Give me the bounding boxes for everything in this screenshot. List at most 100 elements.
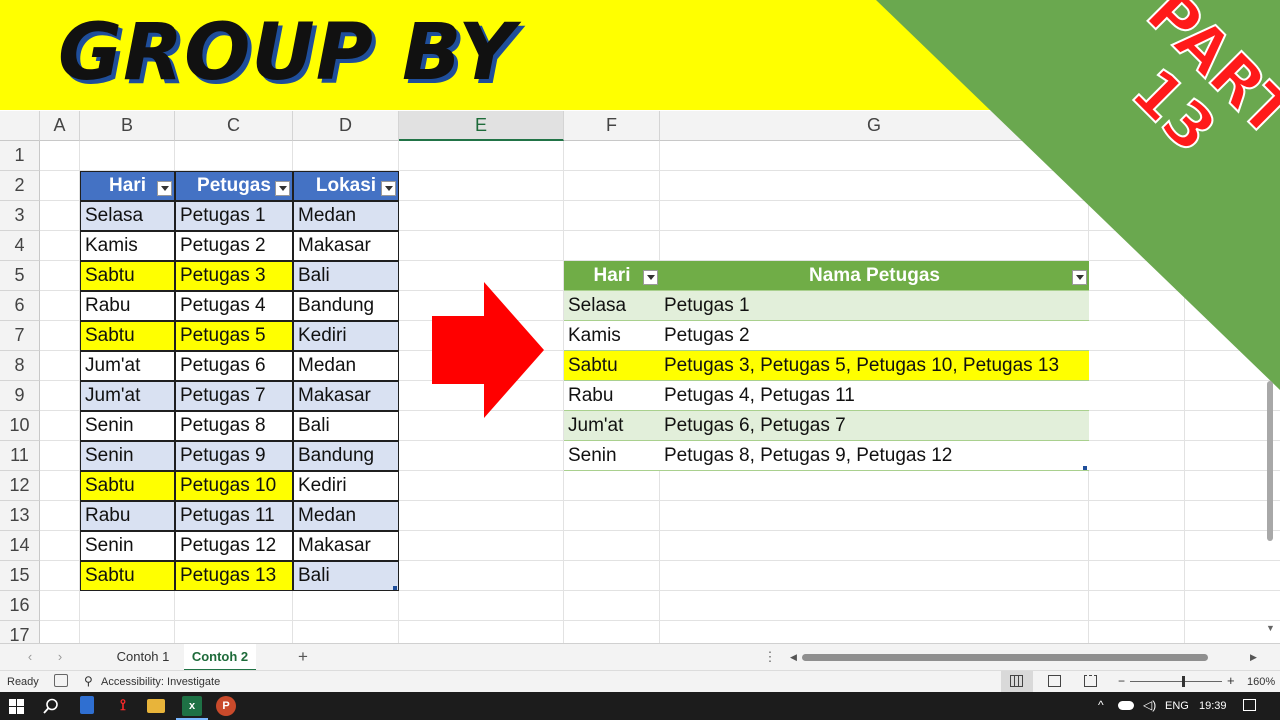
vertical-scroll-thumb[interactable] [1267,381,1273,541]
table2-resize-handle[interactable] [1083,466,1087,470]
table1-cell-petugas[interactable]: Petugas 7 [175,381,293,411]
table1-cell-petugas[interactable]: Petugas 11 [175,501,293,531]
row-header-14[interactable]: 14 [0,531,40,561]
filter-dropdown-icon[interactable] [381,181,396,196]
table1-cell-petugas[interactable]: Petugas 10 [175,471,293,501]
zoom-level[interactable]: 160% [1247,676,1275,688]
table1-cell-lokasi[interactable]: Kediri [293,321,399,351]
table2-header-hari[interactable]: Hari [564,261,660,291]
table1-resize-handle[interactable] [393,586,397,590]
table1-header-lokasi[interactable]: Lokasi [293,171,399,201]
tab-contoh-1[interactable]: Contoh 1 [104,644,182,669]
table1-cell-hari[interactable]: Kamis [80,231,175,261]
hscroll-left-icon[interactable]: ◀ [790,652,798,662]
row-header-4[interactable]: 4 [0,231,40,261]
table1-cell-lokasi[interactable]: Makasar [293,381,399,411]
table1-cell-lokasi[interactable]: Medan [293,351,399,381]
table1-cell-hari[interactable]: Sabtu [80,261,175,291]
row-header-3[interactable]: 3 [0,201,40,231]
tray-caret[interactable]: ^ [1098,698,1104,712]
table2-cell-hari[interactable]: Senin [564,441,660,471]
hscroll-right-icon[interactable]: ▶ [1250,652,1258,662]
table1-cell-hari[interactable]: Jum'at [80,351,175,381]
table1-cell-lokasi[interactable]: Bali [293,561,399,591]
column-header-d[interactable]: D [293,111,399,141]
row-header-8[interactable]: 8 [0,351,40,381]
column-header-b[interactable]: B [80,111,175,141]
column-header-c[interactable]: C [175,111,293,141]
volume-icon[interactable]: ◁) [1143,698,1156,712]
table1-cell-hari[interactable]: Sabtu [80,471,175,501]
table1-cell-petugas[interactable]: Petugas 8 [175,411,293,441]
table1-cell-lokasi[interactable]: Bali [293,261,399,291]
row-header-12[interactable]: 12 [0,471,40,501]
horizontal-scroll-thumb[interactable] [802,654,1208,661]
zoom-slider-handle[interactable] [1182,676,1185,687]
table1-cell-petugas[interactable]: Petugas 6 [175,351,293,381]
accessibility-status[interactable]: Accessibility: Investigate [101,676,220,688]
table2-header-nama-petugas[interactable]: Nama Petugas [660,261,1089,291]
excel-icon[interactable]: x [182,696,202,716]
search-icon[interactable] [43,698,59,714]
column-header-g[interactable]: G [660,111,1089,141]
table1-cell-lokasi[interactable]: Kediri [293,471,399,501]
column-header-f[interactable]: F [564,111,660,141]
select-all-corner[interactable] [0,111,40,141]
tab-scroll-right-icon[interactable]: › [52,644,68,669]
table2-cell-hari[interactable]: Selasa [564,291,660,321]
row-header-1[interactable]: 1 [0,141,40,171]
table1-cell-hari[interactable]: Sabtu [80,321,175,351]
table1-cell-lokasi[interactable]: Bali [293,411,399,441]
row-header-5[interactable]: 5 [0,261,40,291]
folder-icon[interactable] [147,699,165,713]
table1-cell-petugas[interactable]: Petugas 5 [175,321,293,351]
row-header-17[interactable]: 17 [0,621,40,644]
cloud-icon[interactable] [1118,701,1134,710]
table1-header-hari[interactable]: Hari [80,171,175,201]
table2-cell-hari[interactable]: Rabu [564,381,660,411]
table1-cell-lokasi[interactable]: Makasar [293,231,399,261]
table2-cell-hari[interactable]: Kamis [564,321,660,351]
table1-cell-petugas[interactable]: Petugas 2 [175,231,293,261]
zoom-in-button[interactable]: + [1227,673,1235,688]
zoom-out-button[interactable]: − [1118,674,1125,688]
row-header-9[interactable]: 9 [0,381,40,411]
table1-cell-lokasi[interactable]: Bandung [293,291,399,321]
zoom-slider[interactable] [1130,681,1222,682]
spreadsheet-grid[interactable]: A B C D E F G 1 2 3 4 5 6 7 8 9 10 11 12 13 14 15 16 17 Hari Petu… [0,111,1280,644]
filter-dropdown-icon[interactable] [157,181,172,196]
powerpoint-icon[interactable]: P [216,696,236,716]
table1-cell-lokasi[interactable]: Medan [293,201,399,231]
table1-cell-petugas[interactable]: Petugas 3 [175,261,293,291]
table2-cell-nama[interactable]: Petugas 6, Petugas 7 [660,411,1089,441]
table1-cell-hari[interactable]: Rabu [80,501,175,531]
table1-cell-petugas[interactable]: Petugas 4 [175,291,293,321]
table1-cell-hari[interactable]: Senin [80,531,175,561]
table1-cell-lokasi[interactable]: Bandung [293,441,399,471]
row-header-7[interactable]: 7 [0,321,40,351]
macro-record-icon[interactable] [54,674,68,687]
notification-icon[interactable] [1243,699,1256,711]
table1-cell-hari[interactable]: Rabu [80,291,175,321]
notes-app-icon[interactable] [80,696,94,714]
filter-dropdown-icon[interactable] [275,181,290,196]
filter-dropdown-icon[interactable] [1072,270,1087,285]
table2-cell-nama[interactable]: Petugas 4, Petugas 11 [660,381,1089,411]
table1-cell-hari[interactable]: Senin [80,411,175,441]
table2-cell-nama[interactable]: Petugas 8, Petugas 9, Petugas 12 [660,441,1089,471]
add-sheet-button[interactable]: + [294,644,312,669]
table1-cell-lokasi[interactable]: Medan [293,501,399,531]
tab-contoh-2[interactable]: Contoh 2 [184,644,256,671]
row-header-16[interactable]: 16 [0,591,40,621]
scroll-down-icon[interactable]: ▼ [1266,623,1275,633]
table1-cell-lokasi[interactable]: Makasar [293,531,399,561]
table2-cell-nama[interactable]: Petugas 2 [660,321,1089,351]
table2-cell-hari[interactable]: Sabtu [564,351,660,381]
column-header-e[interactable]: E [399,111,564,141]
row-header-10[interactable]: 10 [0,411,40,441]
more-options-icon[interactable]: ⋮ [764,644,777,669]
table2-cell-hari[interactable]: Jum'at [564,411,660,441]
table1-cell-petugas[interactable]: Petugas 12 [175,531,293,561]
page-break-icon[interactable] [1084,675,1097,687]
table1-cell-hari[interactable]: Sabtu [80,561,175,591]
